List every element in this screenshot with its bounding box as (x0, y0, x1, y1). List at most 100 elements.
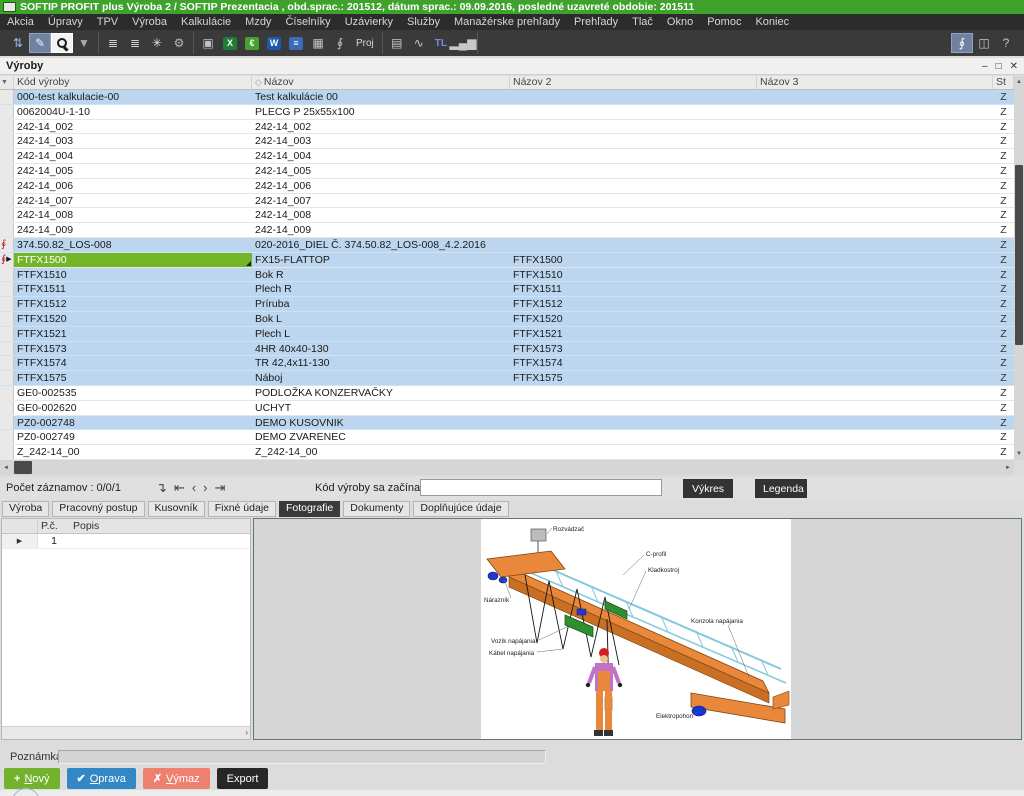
cell-kod-vyroby[interactable]: FTFX1511 (14, 282, 252, 296)
table-row[interactable]: FTFX1574TR 42,4x11-130FTFX1574Z (0, 356, 1014, 371)
cell-nazov[interactable]: Test kalkulácie 00 (252, 90, 510, 104)
cell-nazov-3[interactable] (757, 164, 993, 178)
cell-nazov[interactable]: Plech R (252, 282, 510, 296)
cell-nazov-2[interactable]: FTFX1511 (510, 282, 757, 296)
cell-nazov-2[interactable]: FTFX1512 (510, 297, 757, 311)
chart-icon[interactable]: ∿ (408, 33, 430, 53)
cell-st[interactable]: Z (993, 149, 1014, 163)
table-row[interactable]: ∮374.50.82_LOS-008020-2016_DIEL Č. 374.5… (0, 238, 1014, 253)
cell-nazov-2[interactable]: FTFX1500 (510, 253, 757, 267)
table-row[interactable]: PZ0-002748DEMO KUSOVNIKZ (0, 416, 1014, 431)
cell-nazov[interactable]: 242-14_005 (252, 164, 510, 178)
computer-icon[interactable]: ▣ (197, 33, 219, 53)
menu-item-okno[interactable]: Okno (660, 14, 700, 30)
cell-nazov[interactable]: 4HR 40x40-130 (252, 342, 510, 356)
cell-st[interactable]: Z (993, 356, 1014, 370)
cell-st[interactable]: Z (993, 90, 1014, 104)
vertical-scrollbar-thumb[interactable] (1015, 165, 1023, 345)
proj-label[interactable]: Proj (351, 33, 379, 53)
cell-nazov[interactable]: 020-2016_DIEL Č. 374.50.82_LOS-008_4.2.2… (252, 238, 510, 252)
banknote-icon[interactable]: € (241, 33, 263, 53)
filter-edit-icon[interactable]: ✎ (29, 33, 51, 53)
cell-nazov-3[interactable] (757, 238, 993, 252)
cell-nazov-3[interactable] (757, 386, 993, 400)
cell-kod-vyroby[interactable]: 000-test kalkulacie-00 (14, 90, 252, 104)
cell-kod-vyroby[interactable]: 242-14_005 (14, 164, 252, 178)
cell-nazov[interactable]: PLECG P 25x55x100 (252, 105, 510, 119)
table-row[interactable]: FTFX1520Bok LFTFX1520Z (0, 312, 1014, 327)
vertical-scrollbar[interactable]: ▲ ▼ (1014, 76, 1024, 460)
column-header-nazov[interactable]: ◇Názov (252, 76, 510, 89)
cell-nazov-2[interactable]: FTFX1520 (510, 312, 757, 326)
table-row[interactable]: 000-test kalkulacie-00Test kalkulácie 00… (0, 90, 1014, 105)
cell-nazov[interactable]: PODLOŽKA KONZERVAČKY (252, 386, 510, 400)
cell-st[interactable]: Z (993, 179, 1014, 193)
bar-chart-icon[interactable]: ▂▄▆ (452, 33, 474, 53)
cell-nazov-3[interactable] (757, 253, 993, 267)
cell-st[interactable]: Z (993, 268, 1014, 282)
horizontal-scrollbar[interactable]: ◄ ► (0, 460, 1014, 475)
cell-kod-vyroby[interactable]: FTFX1500 (14, 253, 252, 267)
cell-nazov-2[interactable] (510, 105, 757, 119)
table-row[interactable]: 242-14_003242-14_003Z (0, 134, 1014, 149)
cell-nazov-3[interactable] (757, 194, 993, 208)
cell-nazov-2[interactable] (510, 401, 757, 415)
cell-st[interactable]: Z (993, 297, 1014, 311)
cell-kod-vyroby[interactable]: FTFX1510 (14, 268, 252, 282)
table-row[interactable]: 242-14_009242-14_009 Z (0, 223, 1014, 238)
txt-file-icon[interactable]: ▤ (386, 33, 408, 53)
cell-nazov-3[interactable] (757, 356, 993, 370)
cell-st[interactable]: Z (993, 223, 1014, 237)
menu-item-sluzby[interactable]: Služby (400, 14, 447, 30)
funnel-icon[interactable]: ▼ (73, 33, 95, 53)
cell-st[interactable]: Z (993, 430, 1014, 444)
tab-fixne-udaje[interactable]: Fixné údaje (208, 501, 276, 517)
cell-kod-vyroby[interactable]: 242-14_004 (14, 149, 252, 163)
table-row[interactable]: GE0-002535PODLOŽKA KONZERVAČKYZ (0, 386, 1014, 401)
cell-nazov[interactable]: DEMO KUSOVNIK (252, 416, 510, 430)
search-icon[interactable] (51, 33, 73, 53)
cell-nazov[interactable]: 242-14_004 (252, 149, 510, 163)
cell-nazov-3[interactable] (757, 327, 993, 341)
cell-nazov[interactable]: 242-14_002 (252, 120, 510, 134)
word-icon[interactable]: W (263, 33, 285, 53)
cell-nazov-3[interactable] (757, 401, 993, 415)
table-row[interactable]: ∮▶FTFX1500FX15-FLATTOPFTFX1500Z (0, 253, 1014, 268)
cell-kod-vyroby[interactable]: GE0-002620 (14, 401, 252, 415)
document-icon[interactable]: ≡ (285, 33, 307, 53)
table-icon[interactable]: ▦ (307, 33, 329, 53)
cell-nazov[interactable]: UCHYT (252, 401, 510, 415)
cell-nazov-2[interactable] (510, 179, 757, 193)
column-header-kod-vyroby[interactable]: Kód výroby (14, 76, 252, 89)
cell-kod-vyroby[interactable]: FTFX1520 (14, 312, 252, 326)
cell-kod-vyroby[interactable]: 0062004U-1-10 (14, 105, 252, 119)
cell-st[interactable]: Z (993, 164, 1014, 178)
cell-nazov[interactable]: 242-14_009 (252, 223, 510, 237)
cell-nazov-3[interactable] (757, 223, 993, 237)
cell-nazov-3[interactable] (757, 179, 993, 193)
cell-nazov-2[interactable] (510, 194, 757, 208)
cell-nazov[interactable]: Z_242-14_00 (252, 445, 510, 459)
photo-list-scrollbar[interactable]: › (2, 726, 250, 739)
cell-kod-vyroby[interactable]: 242-14_008 (14, 208, 252, 222)
table-row[interactable]: FTFX1521Plech LFTFX1521Z (0, 327, 1014, 342)
cell-pc[interactable]: 1 (38, 534, 70, 548)
menu-item-mzdy[interactable]: Mzdy (238, 14, 278, 30)
cell-nazov-3[interactable] (757, 208, 993, 222)
table-row[interactable]: FTFX15734HR 40x40-130FTFX1573Z (0, 342, 1014, 357)
cell-kod-vyroby[interactable]: 242-14_006 (14, 179, 252, 193)
column-header-nazov-2[interactable]: Názov 2 (510, 76, 757, 89)
cell-nazov[interactable]: Bok R (252, 268, 510, 282)
cell-nazov-2[interactable]: FTFX1510 (510, 268, 757, 282)
cell-nazov-2[interactable] (510, 134, 757, 148)
cell-kod-vyroby[interactable]: GE0-002535 (14, 386, 252, 400)
sort-icon[interactable]: ⇅ (7, 33, 29, 53)
column-header-nazov-3[interactable]: Názov 3 (757, 76, 993, 89)
column-header-popis[interactable]: Popis (70, 519, 250, 533)
cell-kod-vyroby[interactable]: 242-14_009 (14, 223, 252, 237)
menu-item-ciselniky[interactable]: Číselníky (278, 14, 337, 30)
close-button[interactable]: ✕ (1010, 61, 1018, 72)
goto-record-icon[interactable]: ↴ (156, 479, 167, 497)
cell-st[interactable]: Z (993, 120, 1014, 134)
cell-nazov-3[interactable] (757, 149, 993, 163)
